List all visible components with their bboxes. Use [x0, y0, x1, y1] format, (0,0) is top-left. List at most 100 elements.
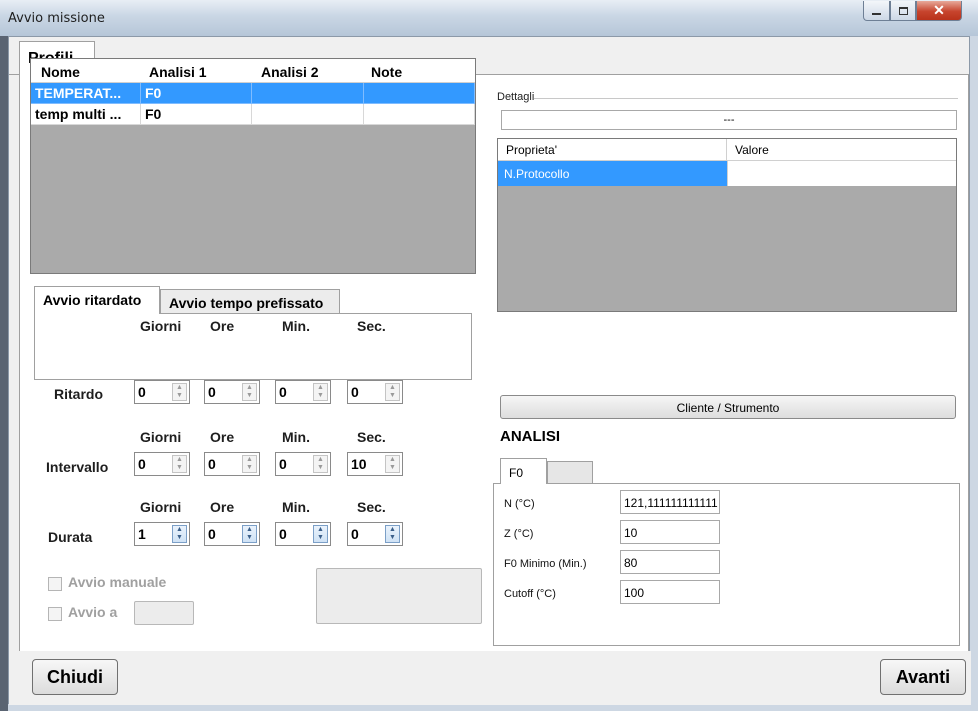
grid-header: Nome Analisi 1 Analisi 2 Note [31, 59, 475, 83]
z-field[interactable]: 10 [620, 520, 720, 544]
header-giorni: Giorni [140, 318, 182, 334]
cutoff-field[interactable]: 100 [620, 580, 720, 604]
window-title: Avvio missione [8, 11, 105, 26]
spin-arrows-icon[interactable]: ▲ ▼ [172, 383, 187, 401]
cell-analisi2 [252, 83, 364, 104]
minimize-button[interactable] [863, 1, 890, 21]
spin-arrows-icon[interactable]: ▲ ▼ [313, 455, 328, 473]
cliente-strumento-button[interactable]: Cliente / Strumento [500, 395, 956, 419]
spin-arrows-icon[interactable]: ▲ ▼ [385, 383, 400, 401]
ritardo-giorni-stepper[interactable]: 0 ▲ ▼ [134, 380, 190, 404]
cell-note [364, 104, 475, 125]
ritardo-giorni-value: 0 [138, 384, 146, 400]
column-header-analisi1[interactable]: Analisi 1 [149, 64, 207, 80]
properties-grid[interactable]: Proprieta' Valore N.Protocollo [497, 138, 957, 312]
ritardo-panel [34, 313, 472, 380]
column-header-note[interactable]: Note [371, 64, 402, 80]
spin-arrows-icon[interactable]: ▲ ▼ [242, 383, 257, 401]
window-border [0, 36, 8, 711]
avanti-button[interactable]: Avanti [880, 659, 966, 695]
intervallo-giorni-value: 0 [138, 456, 146, 472]
analisi-title: ANALISI [500, 428, 560, 445]
header-min: Min. [282, 318, 310, 334]
intervallo-min-value: 0 [279, 456, 287, 472]
dettagli-legend: Dettagli [495, 91, 537, 103]
durata-giorni-value: 1 [138, 526, 146, 542]
durata-sec-value: 0 [351, 526, 359, 542]
avvio-a-checkbox[interactable] [48, 607, 62, 621]
durata-label: Durata [48, 529, 93, 545]
ritardo-sec-stepper[interactable]: 0 ▲ ▼ [347, 380, 403, 404]
durata-min-value: 0 [279, 526, 287, 542]
dettagli-value: --- [501, 110, 957, 130]
profiles-grid[interactable]: Nome Analisi 1 Analisi 2 Note TEMPERAT..… [30, 58, 476, 274]
property-value-field[interactable] [727, 161, 956, 186]
tab-avvio-ritardato[interactable]: Avvio ritardato [34, 286, 160, 314]
cell-analisi1: F0 [141, 83, 252, 104]
ritardo-label: Ritardo [54, 386, 103, 402]
cell-analisi2 [252, 104, 364, 125]
title-bar[interactable]: Avvio missione ✕ [0, 0, 978, 36]
ritardo-min-value: 0 [279, 384, 287, 400]
cell-analisi1: F0 [141, 104, 252, 125]
intervallo-sec-stepper[interactable]: 10 ▲ ▼ [347, 452, 403, 476]
header-ore: Ore [210, 429, 235, 445]
close-window-button[interactable]: ✕ [916, 1, 962, 21]
durata-ore-stepper[interactable]: 0 ▲ ▼ [204, 522, 260, 546]
header-giorni: Giorni [140, 499, 182, 515]
z-label: Z (°C) [504, 528, 534, 540]
close-icon: ✕ [933, 2, 945, 18]
spin-arrows-icon[interactable]: ▲ ▼ [172, 525, 187, 543]
intervallo-sec-value: 10 [351, 456, 367, 472]
durata-giorni-stepper[interactable]: 1 ▲ ▼ [134, 522, 190, 546]
spin-arrows-icon[interactable]: ▲ ▼ [385, 525, 400, 543]
header-min: Min. [282, 429, 310, 445]
column-header-valore[interactable]: Valore [727, 139, 956, 161]
table-row[interactable]: TEMPERAT... F0 [31, 83, 475, 104]
cell-note [364, 83, 475, 104]
spin-arrows-icon[interactable]: ▲ ▼ [313, 525, 328, 543]
header-sec: Sec. [357, 318, 386, 334]
table-row[interactable]: temp multi ... F0 [31, 104, 475, 125]
header-sec: Sec. [357, 429, 386, 445]
intervallo-ore-stepper[interactable]: 0 ▲ ▼ [204, 452, 260, 476]
spin-arrows-icon[interactable]: ▲ ▼ [242, 525, 257, 543]
spin-arrows-icon[interactable]: ▲ ▼ [172, 455, 187, 473]
property-name[interactable]: N.Protocollo [498, 161, 727, 186]
column-header-proprieta[interactable]: Proprieta' [498, 139, 727, 161]
dialog-window: Avvio missione ✕ Profili Nome Analisi 1 … [0, 0, 978, 711]
intervallo-label: Intervallo [46, 459, 109, 475]
tab-f0[interactable]: F0 [500, 458, 547, 484]
column-header-nome[interactable]: Nome [41, 64, 80, 80]
bottom-bar [9, 651, 971, 705]
cutoff-label: Cutoff (°C) [504, 588, 556, 600]
spin-arrows-icon[interactable]: ▲ ▼ [242, 455, 257, 473]
tab-avvio-tempo-prefissato[interactable]: Avvio tempo prefissato [160, 289, 340, 315]
column-header-analisi2[interactable]: Analisi 2 [261, 64, 319, 80]
spin-arrows-icon[interactable]: ▲ ▼ [313, 383, 328, 401]
avvio-a-label: Avvio a [68, 604, 118, 620]
spin-arrows-icon[interactable]: ▲ ▼ [385, 455, 400, 473]
cell-nome: TEMPERAT... [31, 83, 141, 104]
header-ore: Ore [210, 318, 235, 334]
avvio-a-info-box [316, 568, 482, 624]
n-field[interactable]: 121,111111111111 [620, 490, 720, 514]
tab-empty[interactable] [547, 461, 593, 483]
f0-minimo-field[interactable]: 80 [620, 550, 720, 574]
avvio-manuale-checkbox[interactable] [48, 577, 62, 591]
maximize-button[interactable] [890, 1, 916, 21]
cell-nome: temp multi ... [31, 104, 141, 125]
durata-min-stepper[interactable]: 0 ▲ ▼ [275, 522, 331, 546]
chiudi-button[interactable]: Chiudi [32, 659, 118, 695]
ritardo-ore-stepper[interactable]: 0 ▲ ▼ [204, 380, 260, 404]
ritardo-min-stepper[interactable]: 0 ▲ ▼ [275, 380, 331, 404]
n-label: N (°C) [504, 498, 535, 510]
durata-ore-value: 0 [208, 526, 216, 542]
intervallo-min-stepper[interactable]: 0 ▲ ▼ [275, 452, 331, 476]
avvio-a-datetime-field[interactable] [134, 601, 194, 625]
avvio-manuale-label: Avvio manuale [68, 574, 167, 590]
intervallo-ore-value: 0 [208, 456, 216, 472]
f0-minimo-label: F0 Minimo (Min.) [504, 558, 587, 570]
intervallo-giorni-stepper[interactable]: 0 ▲ ▼ [134, 452, 190, 476]
durata-sec-stepper[interactable]: 0 ▲ ▼ [347, 522, 403, 546]
